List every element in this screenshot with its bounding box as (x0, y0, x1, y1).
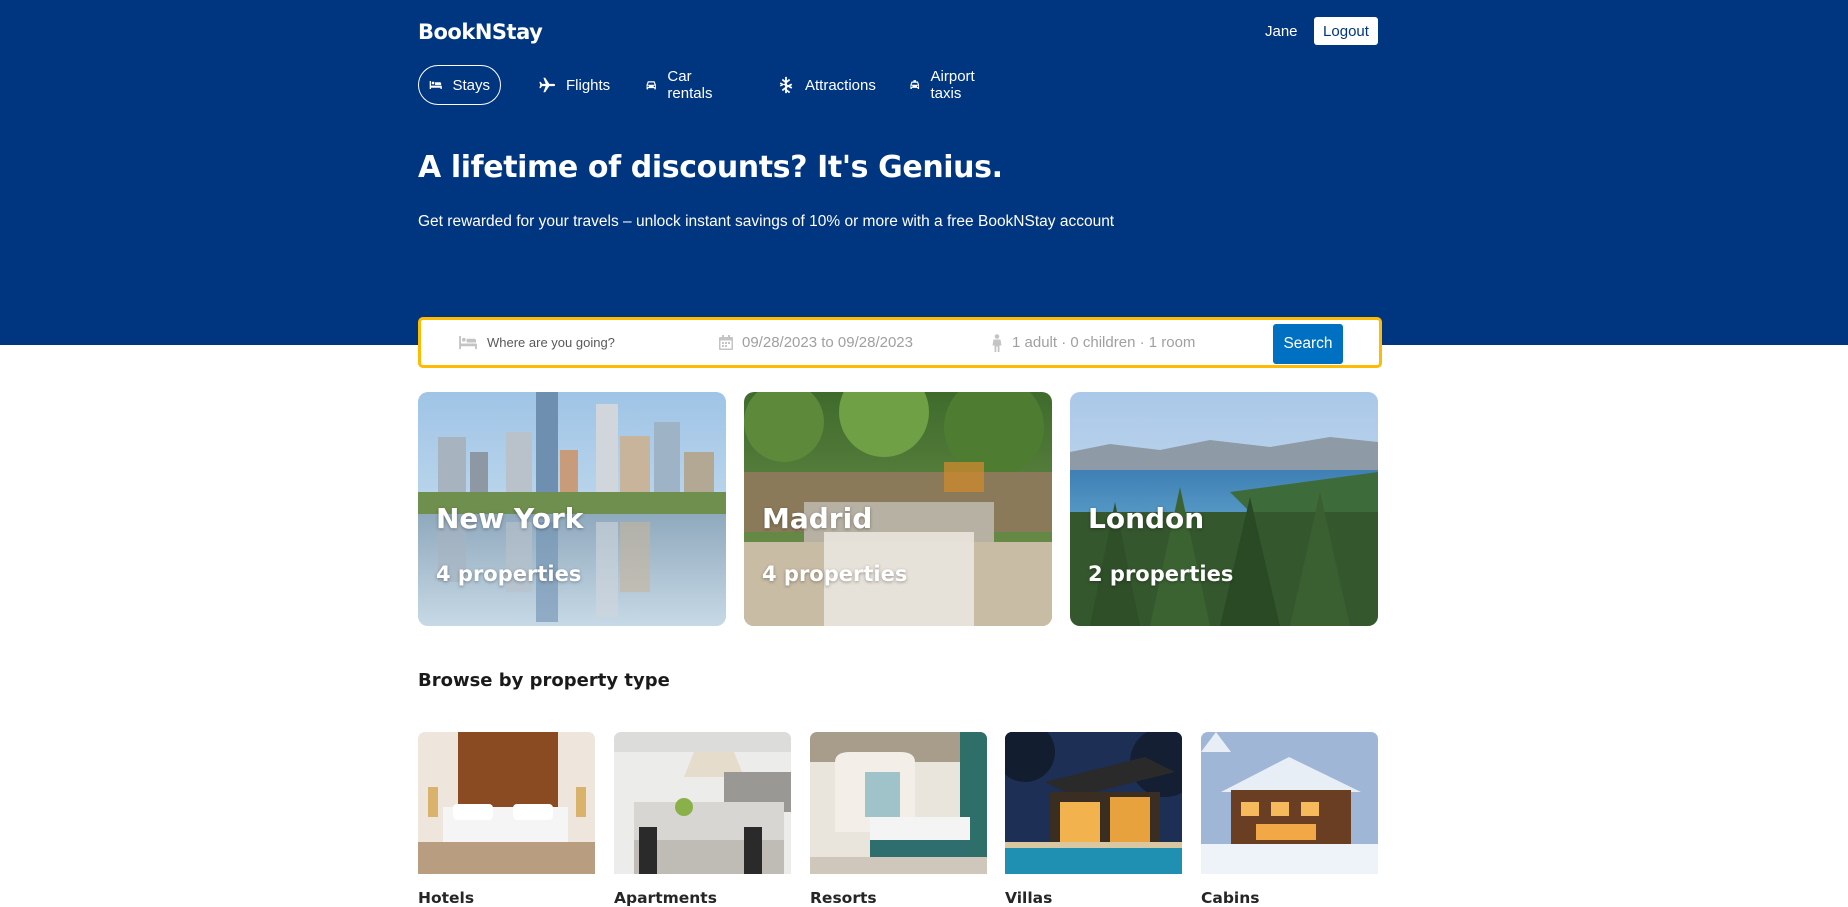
bed-icon (459, 335, 477, 350)
hotel-room-image (418, 732, 595, 874)
nav-item-car-rentals[interactable]: Car rentals (644, 65, 719, 105)
property-type-resorts[interactable]: Resorts (810, 732, 987, 907)
main-nav: Stays Flights Car rentals Attractions Ai… (418, 65, 975, 105)
resort-room-image (810, 732, 987, 874)
nav-item-label: Car rentals (667, 68, 713, 102)
calendar-icon (719, 335, 733, 350)
guests-picker[interactable]: 1 adult · 0 children · 1 room (991, 320, 1195, 365)
property-type-label: Villas (1005, 889, 1053, 907)
villa-night-image (1005, 732, 1182, 874)
city-name: London (1088, 502, 1205, 535)
nav-item-label: Airport taxis (930, 68, 975, 102)
taxi-icon (910, 80, 920, 90)
search-button[interactable]: Search (1273, 324, 1343, 364)
city-name: Madrid (762, 502, 873, 535)
bed-icon (429, 80, 442, 90)
featured-card-new-york[interactable]: New York 4 properties (418, 392, 726, 626)
destination-field[interactable] (459, 320, 687, 365)
snowflake-icon (779, 76, 793, 94)
nav-item-flights[interactable]: Flights (537, 65, 611, 105)
car-icon (646, 81, 656, 90)
nav-item-label: Attractions (805, 76, 876, 94)
cabin-snow-image (1201, 732, 1378, 874)
property-type-apartments[interactable]: Apartments (614, 732, 791, 907)
date-range-picker[interactable]: 09/28/2023 to 09/28/2023 (719, 320, 913, 365)
search-bar: 09/28/2023 to 09/28/2023 1 adult · 0 chi… (418, 317, 1382, 368)
property-count: 2 properties (1088, 562, 1234, 586)
person-icon (992, 333, 1002, 352)
property-type-hotels[interactable]: Hotels (418, 732, 595, 907)
apartment-kitchen-image (614, 732, 791, 874)
property-type-cabins[interactable]: Cabins (1201, 732, 1378, 907)
nav-item-label: Stays (452, 76, 490, 94)
property-type-villas[interactable]: Villas (1005, 732, 1182, 907)
date-range-text: 09/28/2023 to 09/28/2023 (742, 334, 913, 351)
property-type-label: Apartments (614, 889, 717, 907)
section-title-property-type: Browse by property type (418, 670, 670, 691)
property-count: 4 properties (436, 562, 582, 586)
featured-card-madrid[interactable]: Madrid 4 properties (744, 392, 1052, 626)
city-name: New York (436, 502, 584, 535)
logout-button[interactable]: Logout (1314, 17, 1378, 45)
guests-text: 1 adult · 0 children · 1 room (1012, 334, 1196, 351)
nav-item-attractions[interactable]: Attractions (776, 65, 877, 105)
destination-input[interactable] (487, 335, 687, 350)
property-type-label: Cabins (1201, 889, 1260, 907)
nav-item-airport-taxis[interactable]: Airport taxis (908, 65, 982, 105)
featured-card-london[interactable]: London 2 properties (1070, 392, 1378, 626)
user-name: Jane (1265, 23, 1298, 40)
property-type-label: Resorts (810, 889, 877, 907)
property-count: 4 properties (762, 562, 908, 586)
header: BookNStay Jane Logout Stays Flights Car … (0, 0, 1848, 345)
nav-item-label: Flights (566, 76, 611, 94)
hero-title: A lifetime of discounts? It's Genius. (418, 150, 1003, 185)
hero-subtitle: Get rewarded for your travels – unlock i… (418, 213, 1115, 230)
nav-item-stays[interactable]: Stays (418, 65, 501, 105)
logo[interactable]: BookNStay (418, 20, 543, 44)
plane-icon (539, 77, 556, 93)
property-type-label: Hotels (418, 889, 475, 907)
